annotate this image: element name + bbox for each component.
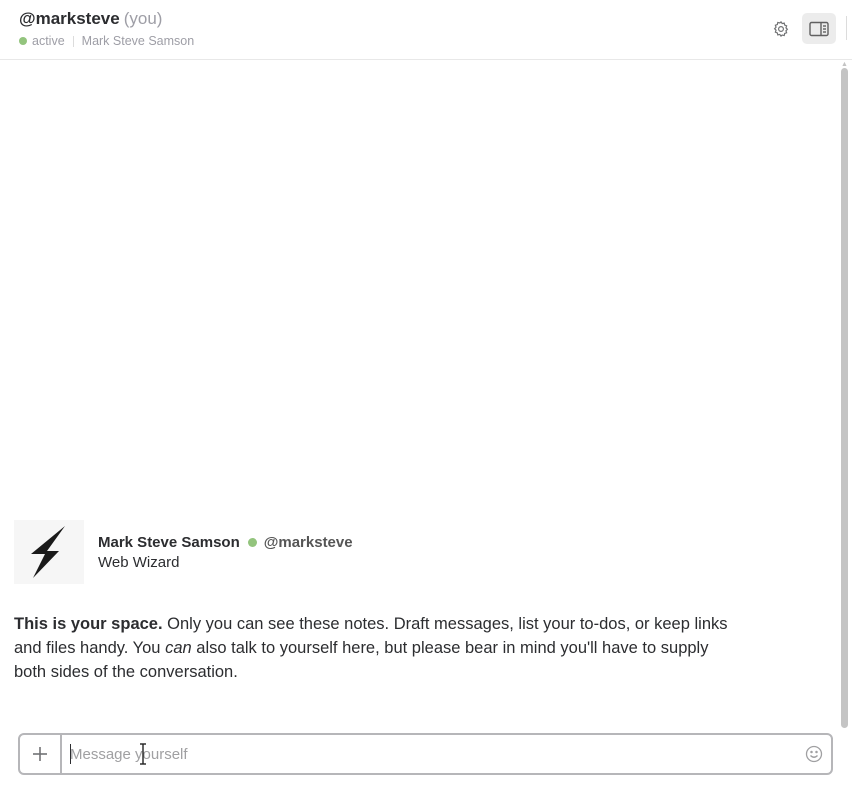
plus-icon (33, 747, 47, 761)
presence-icon (19, 37, 27, 45)
lightning-bolt-icon (31, 526, 65, 578)
avatar[interactable] (14, 520, 84, 584)
channel-subline: active Mark Steve Samson (19, 34, 194, 48)
header-divider (846, 16, 847, 40)
status-text: active (32, 34, 65, 48)
emoji-button[interactable] (804, 744, 824, 764)
text-caret (70, 744, 71, 764)
ibeam-cursor-icon (140, 743, 146, 765)
divider (72, 35, 74, 47)
attach-button[interactable] (20, 735, 62, 773)
presence-icon (247, 538, 257, 547)
you-label: (you) (123, 9, 163, 28)
profile-name[interactable]: Mark Steve Samson (98, 534, 240, 551)
profile-handle: @marksteve (263, 534, 353, 551)
details-panel-button[interactable] (802, 13, 836, 44)
space-note: This is your space. Only you can see the… (14, 612, 744, 684)
settings-button[interactable] (764, 13, 798, 44)
emoji-icon (805, 745, 823, 763)
space-note-heading: This is your space. (14, 615, 163, 633)
sidebar-toggle-icon (809, 21, 829, 36)
space-note-emphasis: can (165, 639, 192, 657)
message-composer (18, 733, 833, 775)
gear-icon (773, 20, 789, 37)
scroll-thumb[interactable] (841, 68, 848, 728)
channel-title[interactable]: @marksteve (you) (19, 9, 162, 29)
full-name: Mark Steve Samson (81, 34, 195, 48)
message-input[interactable] (70, 735, 790, 773)
channel-handle: @marksteve (19, 9, 120, 28)
profile-title: Web Wizard (98, 554, 180, 571)
scrollbar[interactable]: ▲ (841, 61, 848, 730)
channel-header: @marksteve (you) active Mark Steve Samson (0, 0, 852, 60)
profile-name-row: Mark Steve Samson @marksteve (98, 534, 353, 551)
